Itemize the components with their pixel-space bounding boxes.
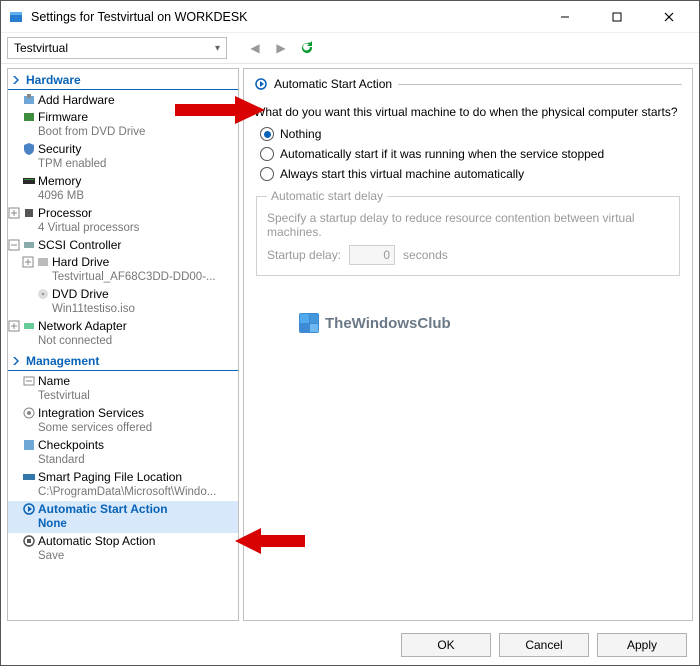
autostart-icon: [254, 77, 268, 91]
expand-icon[interactable]: [8, 207, 20, 219]
nav-back-button[interactable]: ◀: [245, 38, 265, 58]
network-icon: [22, 319, 36, 333]
tree-item-firmware[interactable]: Firmware Boot from DVD Drive: [8, 109, 238, 141]
app-icon: [9, 10, 23, 24]
cpu-icon: [22, 206, 36, 220]
memory-icon: [22, 174, 36, 188]
auto-start-delay-group: Automatic start delay Specify a startup …: [256, 189, 680, 276]
dialog-footer: OK Cancel Apply: [1, 625, 699, 665]
delay-input[interactable]: 0: [349, 245, 395, 265]
watermark: TheWindowsClub: [299, 313, 451, 333]
tree-item-security[interactable]: Security TPM enabled: [8, 141, 238, 173]
expand-icon[interactable]: [8, 320, 20, 332]
vm-selector[interactable]: Testvirtual ▾: [7, 37, 227, 59]
minimize-button[interactable]: [543, 2, 587, 32]
nav-forward-button[interactable]: ▶: [271, 38, 291, 58]
scsi-icon: [22, 238, 36, 252]
delay-legend: Automatic start delay: [267, 189, 387, 203]
apply-button[interactable]: Apply: [597, 633, 687, 657]
radio-icon: [260, 167, 274, 181]
ok-button[interactable]: OK: [401, 633, 491, 657]
collapse-icon[interactable]: [8, 239, 20, 251]
autostart-icon: [22, 502, 36, 516]
tree-item-autostop[interactable]: Automatic Stop Action Save: [8, 533, 238, 565]
settings-window: Settings for Testvirtual on WORKDESK Tes…: [0, 0, 700, 666]
tree-item-dvd[interactable]: DVD Drive Win11testiso.iso: [8, 286, 238, 318]
dvd-icon: [36, 287, 50, 301]
tree-item-scsi[interactable]: SCSI Controller: [8, 237, 238, 254]
radio-icon: [260, 147, 274, 161]
toolbar: Testvirtual ▾ ◀ ▶: [1, 33, 699, 64]
refresh-button[interactable]: [297, 38, 317, 58]
windows-logo-icon: [299, 313, 319, 333]
divider: [398, 84, 682, 85]
tree-item-autostart[interactable]: Automatic Start Action None: [8, 501, 238, 533]
collapse-toggle-icon[interactable]: [11, 355, 23, 367]
tree-item-harddrive[interactable]: Hard Drive Testvirtual_AF68C3DD-DD00-...: [8, 254, 238, 286]
add-hardware-icon: [22, 93, 36, 107]
harddrive-icon: [36, 255, 50, 269]
tree-item-checkpoints[interactable]: Checkpoints Standard: [8, 437, 238, 469]
tree-item-network[interactable]: Network Adapter Not connected: [8, 318, 238, 350]
radio-nothing[interactable]: Nothing: [260, 127, 682, 141]
collapse-toggle-icon[interactable]: [11, 74, 23, 86]
expand-icon[interactable]: [22, 256, 34, 268]
tree-item-integration[interactable]: Integration Services Some services offer…: [8, 405, 238, 437]
settings-detail-pane: Automatic Start Action What do you want …: [243, 68, 693, 621]
window-title: Settings for Testvirtual on WORKDESK: [31, 10, 535, 24]
shield-icon: [22, 142, 36, 156]
settings-tree: Hardware Add Hardware Firmware Boot from…: [7, 68, 239, 621]
section-management[interactable]: Management: [8, 352, 238, 371]
vm-selected-label: Testvirtual: [14, 41, 68, 55]
tree-item-memory[interactable]: Memory 4096 MB: [8, 173, 238, 205]
name-icon: [22, 374, 36, 388]
maximize-button[interactable]: [595, 2, 639, 32]
body: Hardware Add Hardware Firmware Boot from…: [1, 64, 699, 625]
tree-item-smartpaging[interactable]: Smart Paging File Location C:\ProgramDat…: [8, 469, 238, 501]
delay-desc: Specify a startup delay to reduce resour…: [267, 211, 669, 239]
checkpoints-icon: [22, 438, 36, 452]
section-hardware[interactable]: Hardware: [8, 71, 238, 90]
delay-label: Startup delay:: [267, 248, 341, 262]
tree-item-name[interactable]: Name Testvirtual: [8, 373, 238, 405]
chevron-down-icon: ▾: [215, 43, 220, 54]
radio-auto-if-running[interactable]: Automatically start if it was running wh…: [260, 147, 682, 161]
autostop-icon: [22, 534, 36, 548]
cancel-button[interactable]: Cancel: [499, 633, 589, 657]
delay-unit: seconds: [403, 248, 448, 262]
tree-item-processor[interactable]: Processor 4 Virtual processors: [8, 205, 238, 237]
radio-icon: [260, 127, 274, 141]
pane-question: What do you want this virtual machine to…: [254, 105, 682, 119]
firmware-icon: [22, 110, 36, 124]
tree-item-add-hardware[interactable]: Add Hardware: [8, 92, 238, 109]
close-button[interactable]: [647, 2, 691, 32]
pane-title: Automatic Start Action: [254, 77, 682, 91]
radio-always[interactable]: Always start this virtual machine automa…: [260, 167, 682, 181]
titlebar: Settings for Testvirtual on WORKDESK: [1, 1, 699, 33]
integration-icon: [22, 406, 36, 420]
smartpaging-icon: [22, 470, 36, 484]
